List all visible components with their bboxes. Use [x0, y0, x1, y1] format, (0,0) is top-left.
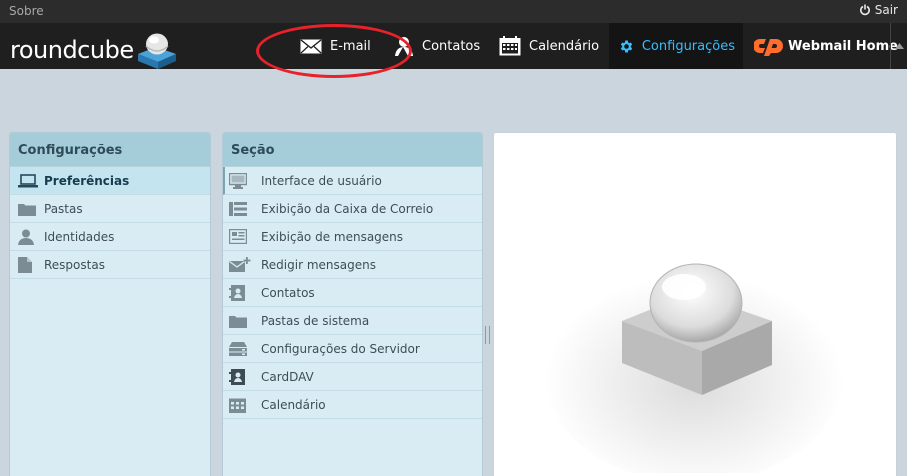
nav-settings-label: Configurações: [641, 38, 735, 54]
section-item-label: Pastas de sistema: [261, 313, 370, 328]
section-item-message-view[interactable]: Exibição de mensagens: [223, 223, 482, 251]
section-item-label: Calendário: [261, 397, 326, 412]
mailbox-view-icon: [229, 201, 261, 216]
settings-item-label: Identidades: [44, 229, 115, 244]
section-item-label: Exibição da Caixa de Correio: [261, 201, 434, 216]
section-item-label: Contatos: [261, 285, 315, 300]
section-item-label: Configurações do Servidor: [261, 341, 420, 356]
person-icon: [18, 229, 44, 245]
folder-icon: [18, 202, 44, 216]
logo-text: roundcube: [10, 36, 134, 64]
section-item-label: Interface de usuário: [261, 173, 382, 188]
settings-item-label: Pastas: [44, 201, 83, 216]
calendar-icon: [499, 36, 521, 56]
monitor-icon: [229, 172, 261, 189]
section-panel-title: Seção: [223, 133, 482, 167]
nav-collapse-toggle[interactable]: [890, 23, 907, 69]
settings-panel-title: Configurações: [10, 133, 210, 167]
section-item-label: Redigir mensagens: [261, 257, 376, 272]
settings-item-preferences[interactable]: Preferências: [10, 167, 210, 195]
folder-icon: [229, 314, 261, 328]
cpanel-icon: [754, 39, 783, 56]
section-item-contacts[interactable]: Contatos: [223, 279, 482, 307]
header: roundcube E-mail Contatos Calendário Con…: [0, 23, 907, 69]
nav-webmail-home-label: Webmail Home: [788, 38, 898, 54]
settings-item-responses[interactable]: Respostas: [10, 251, 210, 279]
logout-label: Sair: [874, 3, 898, 17]
panel-splitter-handle[interactable]: [485, 326, 490, 344]
section-item-calendar[interactable]: Calendário: [223, 391, 482, 419]
calendar-icon: [229, 397, 261, 413]
settings-panel: Configurações Preferências Pastas Identi…: [9, 132, 211, 476]
nav-calendar-label: Calendário: [529, 38, 600, 54]
compose-icon: [229, 256, 261, 273]
nav-email-label: E-mail: [330, 38, 371, 54]
section-item-server-settings[interactable]: Configurações do Servidor: [223, 335, 482, 363]
section-item-carddav[interactable]: CardDAV: [223, 363, 482, 391]
gear-icon: [620, 40, 633, 52]
chevron-up-icon: [894, 43, 904, 49]
content-frame: [493, 132, 897, 476]
power-icon: [859, 4, 870, 16]
section-panel: Seção Interface de usuário Exibição da C…: [222, 132, 483, 476]
section-item-mailbox-view[interactable]: Exibição da Caixa de Correio: [223, 195, 482, 223]
section-item-label: Exibição de mensagens: [261, 229, 404, 244]
top-bar: Sobre Sair: [0, 0, 907, 23]
document-icon: [18, 256, 44, 273]
section-item-label: CardDAV: [261, 369, 314, 384]
carddav-icon: [229, 368, 261, 385]
nav-email[interactable]: E-mail: [292, 23, 379, 69]
logo[interactable]: roundcube: [10, 30, 180, 70]
envelope-icon: [300, 38, 322, 53]
settings-item-identities[interactable]: Identidades: [10, 223, 210, 251]
settings-item-label: Preferências: [44, 173, 130, 188]
about-link[interactable]: Sobre: [9, 4, 44, 18]
server-icon: [229, 341, 261, 356]
nav-calendar[interactable]: Calendário: [491, 23, 607, 69]
roundcube-logo-icon: [137, 33, 176, 69]
section-item-compose[interactable]: Redigir mensagens: [223, 251, 482, 279]
logout-button[interactable]: Sair: [859, 3, 898, 17]
roundcube-watermark-icon: [544, 263, 844, 473]
addressbook-icon: [229, 284, 261, 301]
message-view-icon: [229, 229, 261, 244]
settings-item-folders[interactable]: Pastas: [10, 195, 210, 223]
nav-webmail-home[interactable]: Webmail Home: [746, 23, 906, 69]
section-item-system-folders[interactable]: Pastas de sistema: [223, 307, 482, 335]
laptop-icon: [18, 173, 44, 188]
settings-item-label: Respostas: [44, 257, 105, 272]
nav-contacts-label: Contatos: [422, 38, 481, 54]
nav-settings[interactable]: Configurações: [609, 23, 743, 69]
nav-contacts[interactable]: Contatos: [386, 23, 488, 69]
contacts-icon: [395, 37, 413, 56]
section-item-user-interface[interactable]: Interface de usuário: [223, 167, 482, 195]
